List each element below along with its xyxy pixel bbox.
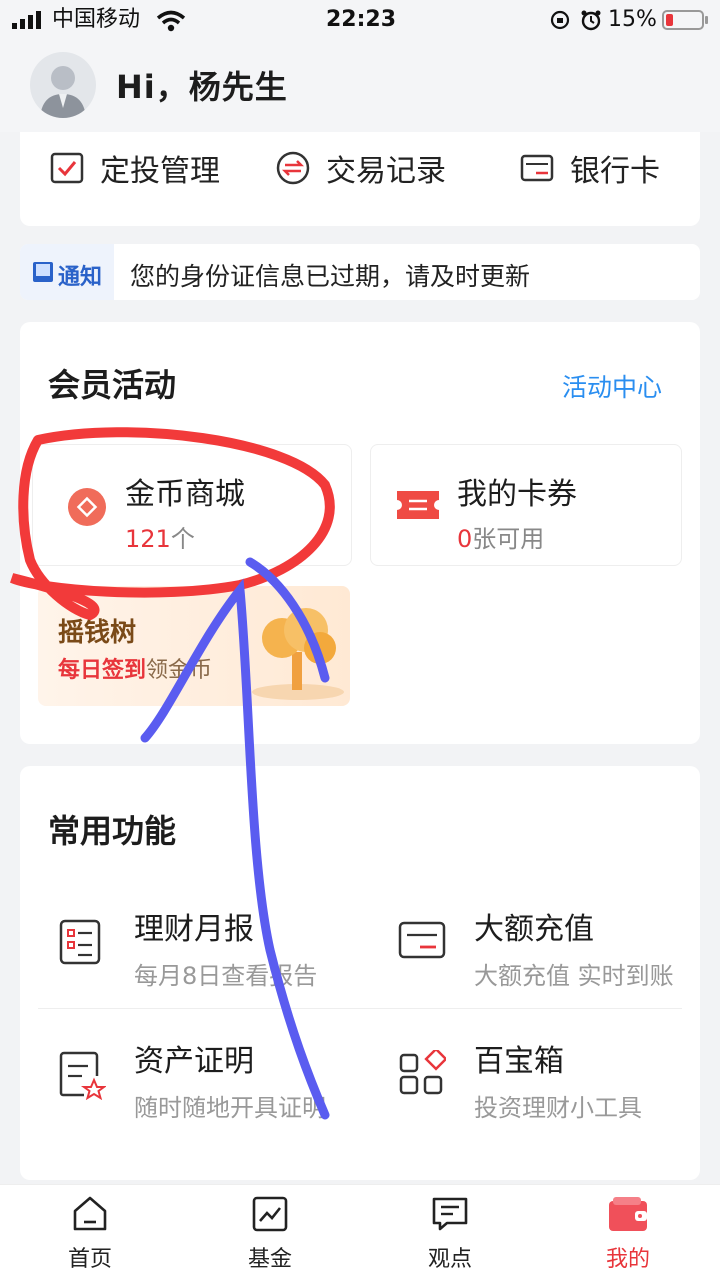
function-title: 资产证明 [134,1044,254,1079]
alarm-icon [581,10,601,31]
member-activities-card: 会员活动 活动中心 金币商城 121个 我的卡券 0张可用 摇钱树 每日签到领金… [20,322,700,744]
tab-label: 基金 [247,1247,292,1272]
avatar[interactable] [30,52,96,118]
function-title: 大额充值 [474,912,594,947]
quick-action-bank-card[interactable]: 银行卡 [520,146,660,190]
clock: 22:23 [326,7,397,32]
wallet-icon [609,1197,647,1231]
bottom-tab-bar: 首页 基金 观点 我的 [0,1184,720,1281]
function-item-asset-certificate[interactable]: 资产证明 随时随地开具证明 [56,1036,356,1126]
coin-mall-tile[interactable]: 金币商城 121个 [32,444,352,566]
user-avatar-icon [40,66,86,118]
common-functions-card: 常用功能 理财月报 每月8日查看报告 大额充值 大额充值 实时到账 资产证明 随… [20,766,700,1180]
quick-action-label: 交易记录 [326,154,446,189]
quick-action-label: 银行卡 [570,154,660,189]
banner-subtitle-rest: 领金币 [146,658,213,683]
coin-count: 121个 [125,519,195,554]
toolbox-icon [399,1050,446,1095]
bank-card-icon [520,154,554,182]
banner-title: 摇钱树 [58,618,137,648]
checkbox-icon [50,152,84,184]
money-tree-icon [252,608,344,700]
function-subtitle: 每月8日查看报告 [134,962,318,990]
coupons-tile[interactable]: 我的卡券 0张可用 [370,444,682,566]
carrier-label: 中国移动 [52,7,141,32]
tile-title: 金币商城 [125,477,245,512]
function-subtitle: 大额充值 实时到账 [474,962,674,990]
money-tree-banner[interactable]: 摇钱树 每日签到领金币 [38,586,350,706]
banner-subtitle: 每日签到领金币 [58,652,212,684]
tab-opinion[interactable]: 观点 [400,1195,500,1275]
quick-action-plan[interactable]: 定投管理 [50,146,220,190]
notice-bar[interactable]: 通知 您的身份证信息已过期，请及时更新 [20,244,700,300]
profile-header [0,40,720,132]
function-title: 理财月报 [134,912,254,947]
section-title: 会员活动 [48,366,177,404]
function-item-large-recharge[interactable]: 大额充值 大额充值 实时到账 [396,904,696,994]
tab-fund[interactable]: 基金 [220,1195,320,1275]
status-bar: 中国移动 22:23 15% [0,0,720,40]
quick-action-transactions[interactable]: 交易记录 [276,146,446,190]
divider [38,1008,682,1009]
tab-home[interactable]: 首页 [40,1195,140,1275]
coin-icon [68,488,106,526]
tab-mine[interactable]: 我的 [578,1195,678,1275]
section-title: 常用功能 [48,812,177,850]
notice-text: 您的身份证信息已过期，请及时更新 [130,262,531,291]
coin-count-number: 121 [125,525,171,553]
function-item-toolbox[interactable]: 百宝箱 投资理财小工具 [396,1036,696,1126]
tile-title: 我的卡券 [457,477,577,512]
report-icon [59,919,101,965]
fund-chart-icon [252,1196,288,1232]
function-title: 百宝箱 [474,1044,564,1079]
function-item-monthly-report[interactable]: 理财月报 每月8日查看报告 [56,904,356,994]
message-icon [432,1197,468,1231]
greeting-text: Hi，杨先生 [116,68,288,106]
coupon-count-unit: 张可用 [472,525,545,553]
coin-count-unit: 个 [170,525,195,553]
function-subtitle: 随时随地开具证明 [134,1094,326,1122]
banner-subtitle-red: 每日签到 [58,658,147,683]
coupon-count-number: 0 [457,525,473,553]
certificate-icon [59,1051,106,1100]
tab-label: 首页 [67,1247,112,1272]
rotation-lock-icon [550,10,570,30]
battery-percent: 15% [608,7,657,32]
battery-icon [662,10,708,30]
tab-label: 观点 [427,1247,472,1272]
ticket-icon [397,491,439,519]
swap-icon [276,151,310,185]
coupon-count: 0张可用 [457,519,544,554]
wifi-icon [156,10,186,32]
notice-book-icon [33,262,53,282]
home-icon [73,1196,107,1231]
quick-action-label: 定投管理 [100,154,220,189]
recharge-card-icon [398,921,446,959]
notice-tag: 通知 [58,265,103,290]
quick-actions-card: 定投管理 交易记录 银行卡 [20,132,700,226]
signal-icon [12,11,41,29]
tab-label: 我的 [605,1247,650,1272]
activity-center-link[interactable]: 活动中心 [562,368,662,404]
function-subtitle: 投资理财小工具 [474,1094,642,1122]
